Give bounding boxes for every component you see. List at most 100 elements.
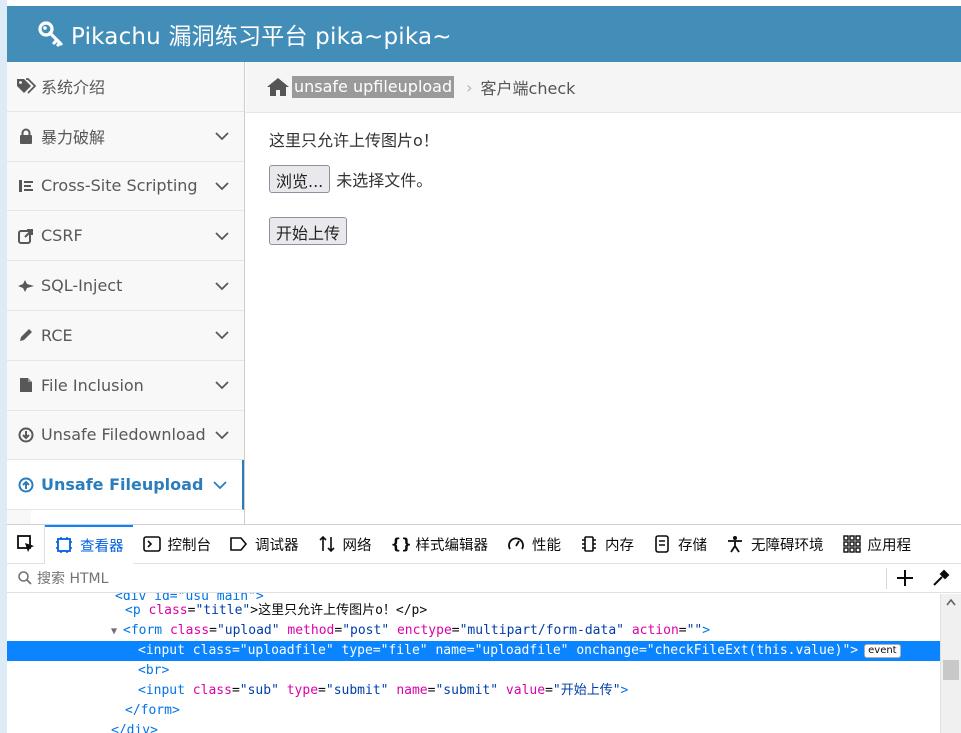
tab-label: 控制台 bbox=[167, 537, 212, 554]
file-input[interactable]: 浏览... 未选择文件。 bbox=[269, 165, 961, 193]
browse-button[interactable]: 浏览... bbox=[269, 165, 331, 193]
sidebar-item-file-inclusion[interactable]: File Inclusion bbox=[7, 360, 244, 411]
upload-circle-icon bbox=[15, 476, 37, 494]
tab-memory[interactable]: 内存 bbox=[570, 525, 643, 564]
sidebar-item-label: 暴力破解 bbox=[41, 128, 106, 148]
tab-network[interactable]: 网络 bbox=[308, 525, 381, 564]
network-icon bbox=[318, 535, 335, 553]
fighter-jet-icon bbox=[15, 277, 37, 295]
memory-icon bbox=[582, 536, 596, 552]
code-text: class bbox=[192, 683, 232, 698]
markup-line[interactable]: ▼ <form class="upload" method="post" enct… bbox=[7, 621, 961, 641]
sidebar-item-brute-force[interactable]: 暴力破解 bbox=[7, 111, 244, 162]
page-title: 这里只允许上传图片o！ bbox=[269, 131, 439, 150]
scroll-up-icon[interactable] bbox=[946, 598, 956, 606]
event-badge[interactable]: event bbox=[864, 643, 901, 658]
markup-line[interactable]: <input class="sub" type="submit" name="s… bbox=[7, 681, 961, 701]
code-text: "uploadfile" bbox=[239, 643, 334, 658]
code-text: action bbox=[631, 623, 679, 638]
tab-inspector[interactable]: 查看器 bbox=[45, 524, 133, 564]
add-node-icon[interactable] bbox=[893, 566, 917, 590]
breadcrumb-page: 客户端check bbox=[480, 79, 576, 98]
tab-storage[interactable]: 存储 bbox=[643, 525, 716, 564]
scrollbar-thumb[interactable] bbox=[943, 660, 959, 680]
accessibility-icon bbox=[728, 536, 742, 553]
markup-scrollbar[interactable] bbox=[940, 594, 961, 733]
code-text: <form bbox=[123, 623, 163, 638]
markup-tree[interactable]: <div id="usu_main"> <p class="title">这里只… bbox=[7, 593, 961, 733]
code-text: "uploadfile" bbox=[474, 643, 569, 658]
markup-line[interactable]: </form> bbox=[7, 701, 961, 721]
chevron-down-icon bbox=[213, 481, 227, 490]
sidebar-item-intro[interactable]: 系统介绍 bbox=[7, 62, 244, 112]
tab-label: 性能 bbox=[532, 537, 561, 554]
chevron-down-icon bbox=[215, 132, 229, 141]
search-input[interactable]: 搜索 HTML bbox=[37, 568, 108, 588]
pencil-icon bbox=[15, 326, 37, 344]
markup-line[interactable]: <div id="usu_main"> bbox=[7, 593, 961, 601]
sidebar-item-rce[interactable]: RCE bbox=[7, 310, 244, 361]
sidebar-item-label: Unsafe Fileupload bbox=[41, 475, 204, 495]
code-text: >这里只允许上传图片o！</p> bbox=[250, 603, 428, 618]
sidebar-item-label: Cross-Site Scripting bbox=[41, 176, 198, 196]
code-text: "file" bbox=[380, 643, 428, 658]
file-icon bbox=[15, 376, 37, 394]
sidebar-item-label: RCE bbox=[41, 325, 73, 345]
sidebar-item-sql-inject[interactable]: SQL-Inject bbox=[7, 261, 244, 311]
style-editor-icon: {} bbox=[390, 535, 412, 553]
code-text: class bbox=[192, 643, 232, 658]
search-icon bbox=[18, 571, 32, 585]
file-status: 未选择文件。 bbox=[336, 171, 433, 190]
storage-icon bbox=[655, 535, 669, 553]
code-text: method bbox=[287, 623, 335, 638]
code-text: <br> bbox=[138, 663, 170, 678]
markup-line-selected[interactable]: <input class="uploadfile" type="file" na… bbox=[7, 641, 961, 661]
sidebar-item-filedownload[interactable]: Unsafe Filedownload bbox=[7, 410, 244, 461]
breadcrumb-section[interactable]: unsafe upfileupload bbox=[292, 76, 455, 98]
code-text: "" bbox=[686, 623, 703, 638]
inspector-icon bbox=[56, 537, 72, 553]
tab-label: 调试器 bbox=[255, 537, 299, 554]
tab-label: 样式编辑器 bbox=[415, 537, 489, 554]
tab-accessibility[interactable]: 无障碍环境 bbox=[716, 525, 833, 564]
expand-triangle-icon[interactable]: ▼ bbox=[111, 622, 123, 642]
markup-line[interactable]: </div> bbox=[7, 721, 961, 733]
markup-line[interactable]: <p class="title">这里只允许上传图片o！</p> bbox=[7, 601, 961, 621]
application-icon bbox=[842, 535, 861, 553]
code-text: <p bbox=[125, 603, 141, 618]
code-text: "upload" bbox=[216, 623, 280, 638]
eyedropper-icon[interactable] bbox=[931, 568, 951, 588]
upload-submit-button[interactable]: 开始上传 bbox=[269, 217, 348, 245]
brand-title[interactable]: Pikachu 漏洞练习平台 pika~pika~ bbox=[71, 17, 452, 51]
list-tree-icon bbox=[15, 177, 37, 195]
element-picker-icon[interactable] bbox=[7, 524, 45, 564]
tab-label: 网络 bbox=[342, 537, 372, 554]
tab-style-editor[interactable]: {} 样式编辑器 bbox=[381, 525, 498, 564]
chevron-right-icon: › bbox=[466, 77, 473, 97]
chevron-down-icon bbox=[215, 281, 229, 290]
window-left-edge bbox=[0, 0, 7, 733]
code-text: name bbox=[435, 643, 467, 658]
home-icon[interactable] bbox=[266, 77, 290, 97]
sidebar-item-csrf[interactable]: CSRF bbox=[7, 211, 244, 262]
share-icon bbox=[15, 227, 37, 245]
chevron-down-icon bbox=[215, 331, 229, 340]
tab-debugger[interactable]: 调试器 bbox=[220, 525, 308, 564]
tab-application[interactable]: 应用程 bbox=[833, 525, 921, 564]
tab-console[interactable]: 控制台 bbox=[133, 525, 221, 564]
page-content: 这里只允许上传图片o！ 浏览... 未选择文件。 开始上传 bbox=[246, 114, 961, 524]
code-text: "post" bbox=[342, 623, 390, 638]
code-text: "submit" bbox=[325, 683, 389, 698]
sidebar-item-xss[interactable]: Cross-Site Scripting bbox=[7, 161, 244, 212]
tab-label: 查看器 bbox=[80, 538, 124, 555]
chevron-down-icon bbox=[215, 182, 229, 191]
sidebar-item-fileupload[interactable]: Unsafe Fileupload bbox=[7, 460, 244, 511]
tab-performance[interactable]: 性能 bbox=[497, 525, 570, 564]
breadcrumb: unsafe upfileupload › 客户端check bbox=[246, 62, 961, 113]
tab-label: 内存 bbox=[605, 537, 634, 554]
markup-line[interactable]: <br> bbox=[7, 661, 961, 681]
code-text: </div> bbox=[111, 723, 158, 733]
code-text: "multipart/form-data" bbox=[459, 623, 624, 638]
devtools-panel: 查看器 控制台 调试器 网络 {} 样式编辑器 性能 内存 存储 无障碍环境 应… bbox=[7, 524, 961, 733]
code-text: value bbox=[505, 683, 546, 698]
